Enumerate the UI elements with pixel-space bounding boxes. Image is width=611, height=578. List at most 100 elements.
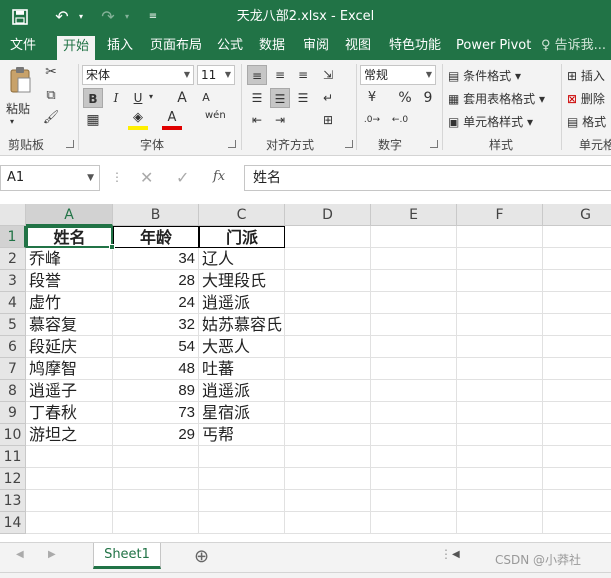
- format-painter-icon[interactable]: 🖌: [42, 110, 60, 125]
- data-cell[interactable]: 段延庆: [26, 336, 113, 358]
- empty-cell[interactable]: [457, 358, 543, 380]
- row-header[interactable]: 1: [0, 226, 26, 248]
- empty-cell[interactable]: [371, 226, 457, 248]
- empty-cell[interactable]: [285, 446, 371, 468]
- empty-cell[interactable]: [199, 446, 285, 468]
- fill-handle[interactable]: [109, 244, 115, 250]
- row-header[interactable]: 11: [0, 446, 26, 468]
- tab-home[interactable]: 开始: [57, 36, 96, 60]
- decrease-indent-icon[interactable]: ⇤: [247, 110, 267, 130]
- empty-cell[interactable]: [457, 446, 543, 468]
- border-icon[interactable]: ▦: [83, 110, 103, 130]
- row-header[interactable]: 7: [0, 358, 26, 380]
- currency-icon[interactable]: ¥: [362, 88, 382, 108]
- tab-file[interactable]: 文件: [10, 34, 36, 60]
- column-header-g[interactable]: G: [543, 204, 611, 226]
- empty-cell[interactable]: [113, 512, 199, 534]
- data-cell[interactable]: 丁春秋: [26, 402, 113, 424]
- name-box[interactable]: A1 ▼: [0, 165, 100, 191]
- row-header[interactable]: 8: [0, 380, 26, 402]
- column-header-e[interactable]: E: [371, 204, 457, 226]
- data-cell[interactable]: 24: [113, 292, 199, 314]
- align-left-icon[interactable]: ☰: [247, 88, 267, 108]
- tab-view[interactable]: 视图: [345, 34, 371, 60]
- format-cells-button[interactable]: ▤ 格式: [567, 113, 606, 130]
- data-cell[interactable]: 段誉: [26, 270, 113, 292]
- empty-cell[interactable]: [371, 380, 457, 402]
- scroll-tabs-right-icon[interactable]: ▶: [48, 549, 56, 560]
- confirm-entry-icon[interactable]: ✓: [176, 168, 189, 187]
- data-cell[interactable]: 逍遥派: [199, 380, 285, 402]
- row-header[interactable]: 6: [0, 336, 26, 358]
- comma-style-button[interactable]: 9: [418, 88, 438, 108]
- empty-cell[interactable]: [285, 292, 371, 314]
- clipboard-launcher-icon[interactable]: [66, 140, 74, 148]
- tell-me-search[interactable]: ♀ 告诉我...: [541, 34, 606, 60]
- data-cell[interactable]: 丐帮: [199, 424, 285, 446]
- empty-cell[interactable]: [285, 380, 371, 402]
- empty-cell[interactable]: [26, 490, 113, 512]
- empty-cell[interactable]: [285, 402, 371, 424]
- empty-cell[interactable]: [543, 270, 611, 292]
- data-cell[interactable]: 辽人: [199, 248, 285, 270]
- column-header-d[interactable]: D: [285, 204, 371, 226]
- empty-cell[interactable]: [543, 402, 611, 424]
- tab-insert[interactable]: 插入: [107, 34, 133, 60]
- decrease-decimal-icon[interactable]: ←.0: [390, 110, 410, 130]
- format-as-table-button[interactable]: ▦ 套用表格格式 ▾: [448, 90, 545, 107]
- empty-cell[interactable]: [371, 468, 457, 490]
- formula-input[interactable]: 姓名: [244, 165, 611, 191]
- empty-cell[interactable]: [371, 490, 457, 512]
- cancel-entry-icon[interactable]: ✕: [140, 168, 153, 187]
- empty-cell[interactable]: [543, 314, 611, 336]
- empty-cell[interactable]: [543, 226, 611, 248]
- empty-cell[interactable]: [371, 446, 457, 468]
- delete-cells-button[interactable]: ⊠ 删除: [567, 90, 605, 107]
- active-cell-a1[interactable]: 姓名: [26, 226, 113, 248]
- data-cell[interactable]: 34: [113, 248, 199, 270]
- data-cell[interactable]: 54: [113, 336, 199, 358]
- empty-cell[interactable]: [26, 512, 113, 534]
- align-bottom-icon[interactable]: ≡: [293, 65, 313, 85]
- cut-icon[interactable]: ✂: [42, 64, 60, 80]
- wrap-text-icon[interactable]: ↵: [318, 88, 338, 108]
- empty-cell[interactable]: [543, 380, 611, 402]
- data-cell[interactable]: 48: [113, 358, 199, 380]
- italic-button[interactable]: I: [106, 88, 126, 108]
- data-cell[interactable]: 吐蕃: [199, 358, 285, 380]
- bold-button[interactable]: B: [83, 88, 103, 108]
- empty-cell[interactable]: [285, 336, 371, 358]
- copy-icon[interactable]: ⧉: [42, 88, 60, 103]
- empty-cell[interactable]: [371, 270, 457, 292]
- alignment-launcher-icon[interactable]: [345, 140, 353, 148]
- data-cell[interactable]: 29: [113, 424, 199, 446]
- empty-cell[interactable]: [26, 468, 113, 490]
- data-cell[interactable]: 星宿派: [199, 402, 285, 424]
- empty-cell[interactable]: [457, 512, 543, 534]
- align-top-icon[interactable]: ≡: [247, 65, 267, 85]
- data-cell[interactable]: 28: [113, 270, 199, 292]
- empty-cell[interactable]: [543, 292, 611, 314]
- empty-cell[interactable]: [543, 468, 611, 490]
- empty-cell[interactable]: [371, 402, 457, 424]
- empty-cell[interactable]: [543, 358, 611, 380]
- underline-button[interactable]: U: [128, 88, 148, 108]
- row-header[interactable]: 10: [0, 424, 26, 446]
- empty-cell[interactable]: [457, 270, 543, 292]
- number-launcher-icon[interactable]: [430, 140, 438, 148]
- empty-cell[interactable]: [457, 292, 543, 314]
- row-header[interactable]: 2: [0, 248, 26, 270]
- align-middle-icon[interactable]: ≡: [270, 65, 290, 85]
- row-header[interactable]: 13: [0, 490, 26, 512]
- empty-cell[interactable]: [371, 512, 457, 534]
- scroll-tabs-left-icon[interactable]: ◀: [16, 549, 24, 560]
- data-cell[interactable]: 73: [113, 402, 199, 424]
- font-size-combo[interactable]: 11 ▼: [197, 65, 235, 85]
- insert-function-icon[interactable]: fx: [213, 169, 225, 184]
- data-cell[interactable]: 大理段氏: [199, 270, 285, 292]
- empty-cell[interactable]: [113, 490, 199, 512]
- row-header[interactable]: 5: [0, 314, 26, 336]
- orientation-icon[interactable]: ⇲: [318, 65, 338, 85]
- hscroll-left-icon[interactable]: ◀: [452, 549, 460, 560]
- sheet-tab-sheet1[interactable]: Sheet1: [93, 543, 161, 569]
